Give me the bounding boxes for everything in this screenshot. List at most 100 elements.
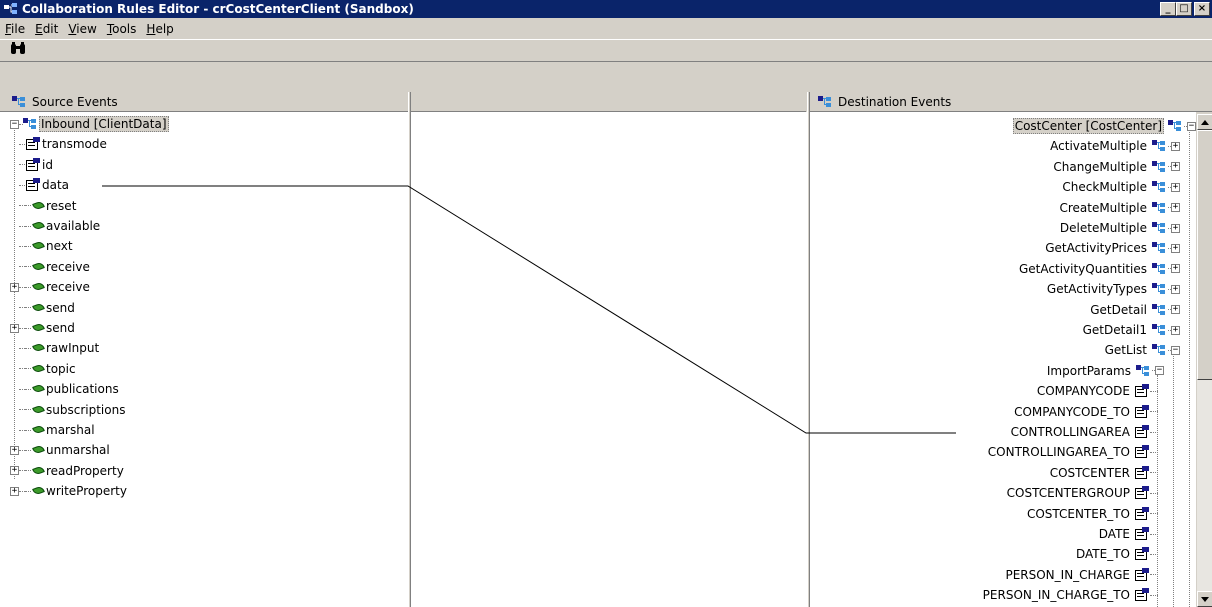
mapping-pane [411, 112, 807, 607]
source-item-writeproperty[interactable]: + writeProperty [10, 481, 128, 501]
expand-icon[interactable]: + [10, 466, 19, 476]
destination-subgroup-importparams[interactable]: ImportParams − [1046, 361, 1164, 381]
destination-method-deletemultiple[interactable]: DeleteMultiple + [1059, 218, 1180, 238]
field-icon [1134, 404, 1150, 419]
destination-method-label: GetActivityQuantities [1019, 261, 1147, 276]
method-icon [31, 321, 45, 335]
source-item-label: unmarshal [46, 443, 110, 458]
destination-scrollbar[interactable] [1196, 114, 1212, 607]
source-item-marshal[interactable]: marshal [10, 420, 96, 440]
destination-field-companycode_to[interactable]: COMPANYCODE_TO [1013, 402, 1158, 422]
menu-edit-mnemonic: E [35, 21, 43, 36]
expand-icon[interactable]: + [1171, 203, 1180, 213]
source-item-available[interactable]: available [10, 216, 101, 236]
source-item-readproperty[interactable]: + readProperty [10, 461, 125, 481]
destination-field-costcenter_to[interactable]: COSTCENTER_TO [1026, 504, 1158, 524]
destination-method-getdetail1[interactable]: GetDetail1 + [1082, 320, 1180, 340]
destination-field-date[interactable]: DATE [1098, 524, 1158, 544]
expand-icon[interactable]: + [1171, 182, 1180, 192]
field-icon [1134, 425, 1150, 439]
source-pane[interactable]: − Inbound [ClientData] transmode id data rese… [0, 112, 408, 607]
destination-field-companycode[interactable]: COMPANYCODE [1036, 381, 1158, 401]
destination-field-label: CONTROLLINGAREA [1010, 425, 1130, 439]
destination-method-changemultiple[interactable]: ChangeMultiple + [1052, 157, 1180, 177]
source-item-label: send [46, 300, 75, 315]
source-item-label: marshal [46, 423, 95, 437]
source-item-rawinput[interactable]: rawInput [10, 338, 100, 358]
source-item-label: topic [46, 361, 76, 376]
source-item-data[interactable]: data [10, 175, 70, 195]
close-button[interactable]: × [1194, 2, 1210, 16]
menu-file[interactable]: File [0, 22, 30, 36]
destination-method-checkmultiple[interactable]: CheckMultiple + [1061, 177, 1180, 197]
destination-field-controllingarea_to[interactable]: CONTROLLINGAREA_TO [987, 442, 1158, 462]
destination-method-label: GetDetail [1090, 302, 1147, 317]
maximize-button[interactable]: □ [1176, 2, 1192, 16]
destination-field-date_to[interactable]: DATE_TO [1075, 544, 1158, 564]
destination-method-label: CreateMultiple [1059, 200, 1147, 215]
source-item-receive[interactable]: + receive [10, 277, 91, 297]
source-item-next[interactable]: next [10, 236, 74, 256]
source-item-receive[interactable]: receive [10, 257, 91, 277]
destination-field-person_in_charge_to[interactable]: PERSON_IN_CHARGE_TO [982, 585, 1158, 605]
menu-help[interactable]: Help [141, 22, 178, 36]
destination-field-label: DATE [1098, 527, 1130, 541]
destination-field-person_in_charge[interactable]: PERSON_IN_CHARGE [1004, 565, 1158, 585]
source-item-id[interactable]: id [10, 155, 54, 175]
source-item-send[interactable]: send [10, 298, 76, 318]
destination-method-getdetail[interactable]: GetDetail + [1089, 300, 1180, 320]
expand-icon[interactable]: + [1171, 223, 1180, 233]
scroll-down-button[interactable] [1197, 591, 1212, 607]
method-icon [31, 341, 45, 355]
expand-icon[interactable]: + [1171, 141, 1180, 151]
source-item-topic[interactable]: topic [10, 359, 77, 379]
destination-root[interactable]: CostCenter [CostCenter] − [1012, 116, 1196, 136]
scroll-up-button[interactable] [1197, 114, 1212, 130]
destination-method-getactivitytypes[interactable]: GetActivityTypes + [1046, 279, 1180, 299]
scroll-thumb[interactable] [1197, 130, 1212, 380]
destination-field-controllingarea[interactable]: CONTROLLINGAREA [1010, 422, 1158, 442]
expand-icon[interactable]: + [1171, 305, 1180, 315]
expand-icon[interactable]: + [1171, 264, 1180, 274]
expand-icon[interactable]: + [10, 282, 19, 292]
binoculars-icon[interactable] [10, 42, 26, 59]
destination-method-label: ChangeMultiple [1053, 159, 1147, 174]
destination-field-costcentergroup[interactable]: COSTCENTERGROUP [1006, 483, 1158, 503]
source-item-label: next [46, 239, 73, 254]
expand-icon[interactable]: + [1171, 325, 1180, 335]
menu-help-label: elp [155, 21, 174, 36]
method-icon [31, 301, 45, 315]
destination-method-activatemultiple[interactable]: ActivateMultiple + [1049, 136, 1180, 156]
mapping-header [411, 92, 806, 112]
method-icon [31, 219, 45, 233]
destination-method-getactivityquantities[interactable]: GetActivityQuantities + [1018, 259, 1180, 279]
source-item-publications[interactable]: publications [10, 379, 120, 399]
minimize-button[interactable]: _ [1160, 2, 1176, 16]
tree-icon [1152, 140, 1168, 152]
expand-icon[interactable]: + [1171, 243, 1180, 253]
source-item-transmode[interactable]: transmode [10, 134, 108, 154]
menu-view[interactable]: View [63, 22, 101, 36]
source-item-reset[interactable]: reset [10, 196, 77, 216]
destination-field-costcenter[interactable]: COSTCENTER [1049, 463, 1158, 483]
expand-icon[interactable]: + [10, 445, 19, 455]
expand-icon[interactable]: + [1171, 162, 1180, 172]
source-item-label: subscriptions [46, 402, 126, 417]
up-arrow-icon [1201, 119, 1209, 125]
destination-pane[interactable]: CostCenter [CostCenter] − ActivateMultiple… [810, 112, 1196, 607]
expand-icon[interactable]: + [1171, 284, 1180, 294]
destination-method-getlist[interactable]: GetList − [1104, 340, 1180, 360]
source-item-label: writeProperty [46, 484, 127, 499]
destination-method-createmultiple[interactable]: CreateMultiple + [1058, 198, 1180, 218]
menu-tools[interactable]: Tools [102, 22, 142, 36]
source-item-send[interactable]: + send [10, 318, 76, 338]
destination-method-getactivityprices[interactable]: GetActivityPrices + [1044, 238, 1180, 258]
method-icon [31, 362, 45, 376]
source-root[interactable]: − Inbound [ClientData] [10, 114, 169, 134]
destination-method-label: GetList [1104, 343, 1147, 358]
expand-icon[interactable]: + [10, 486, 19, 496]
expand-icon[interactable]: + [10, 323, 19, 333]
source-item-subscriptions[interactable]: subscriptions [10, 400, 126, 420]
source-item-unmarshal[interactable]: + unmarshal [10, 440, 111, 460]
menu-edit[interactable]: Edit [30, 22, 63, 36]
